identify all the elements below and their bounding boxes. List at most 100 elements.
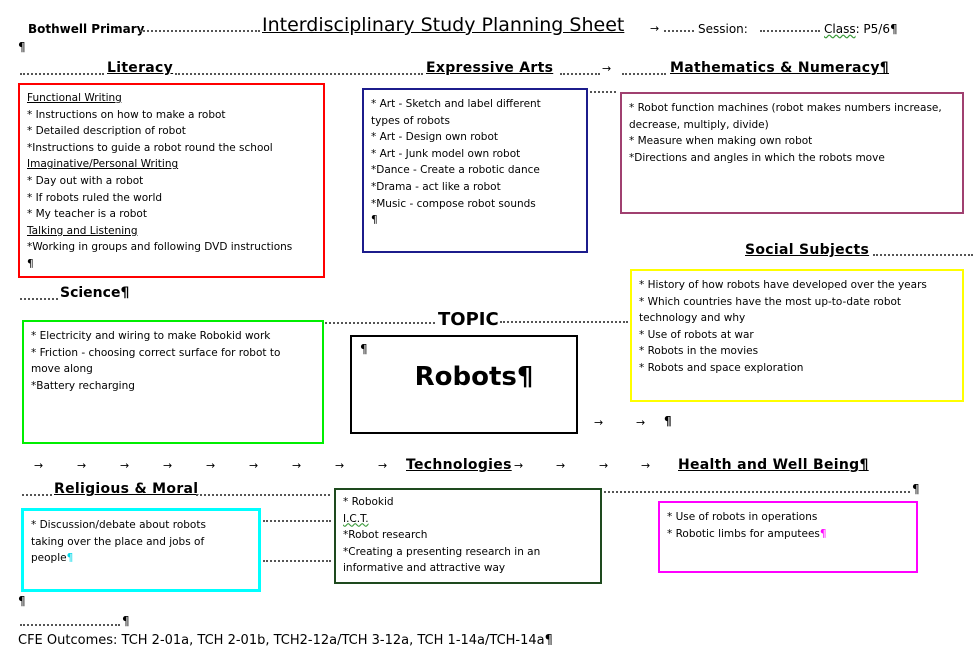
religious-moral-heading: Religious & Moral <box>54 481 199 497</box>
literacy-line: * Instructions on how to make a robot <box>27 108 226 121</box>
expressive-arts-line: * Art - Junk model own robot <box>371 147 521 160</box>
pilcrow: ¶ <box>819 527 827 540</box>
tab-arrow: → <box>556 459 566 472</box>
expressive-arts-line: *Dance - Create a robotic dance <box>371 164 540 177</box>
pilcrow: ¶ <box>18 40 26 54</box>
pilcrow: ¶ <box>544 633 553 648</box>
tab-arrow: → <box>514 459 524 472</box>
mathematics-box[interactable]: * Robot function machines (robot makes n… <box>620 92 964 214</box>
health-line: * Robotic limbs for amputees¶ <box>667 526 909 543</box>
leader-dots <box>590 91 616 93</box>
leader-dots <box>175 73 423 75</box>
expressive-arts-line: *Drama - act like a robot <box>371 180 501 193</box>
leader-dots <box>140 30 260 32</box>
technologies-box[interactable]: * Robokid I.C.T. *Robot research *Creati… <box>334 488 602 584</box>
mathematics-heading-text: Mathematics & Numeracy <box>670 60 880 76</box>
leader-dots <box>604 491 910 493</box>
expressive-arts-box[interactable]: * Art - Sketch and label different types… <box>362 88 588 253</box>
page-title: Interdisciplinary Study Planning Sheet <box>262 14 625 36</box>
pilcrow: ¶ <box>27 257 34 270</box>
mathematics-line: decrease, multiply, divide) <box>629 118 769 131</box>
science-heading-text: Science <box>60 285 121 301</box>
literacy-line: * Day out with a robot <box>27 174 144 187</box>
literacy-heading: Literacy <box>107 60 174 76</box>
tab-arrow: → <box>650 22 660 35</box>
expressive-arts-line: *Music - compose robot sounds <box>371 197 536 210</box>
leader-dots <box>22 494 52 496</box>
tab-arrow: → <box>206 459 216 472</box>
tab-arrow: → <box>120 459 130 472</box>
health-heading-text: Health and Well Being <box>678 457 860 473</box>
leader-dots <box>760 30 820 32</box>
leader-dots <box>560 73 600 75</box>
tab-arrow: → <box>34 459 44 472</box>
health-line-text: * Robotic limbs for amputees <box>667 527 820 540</box>
tab-arrow: → <box>335 459 345 472</box>
social-subjects-box[interactable]: * History of how robots have developed o… <box>630 269 964 402</box>
tab-arrow: → <box>602 62 612 75</box>
session-label: Session: <box>698 22 748 36</box>
leader-dots <box>20 298 58 300</box>
social-subjects-line: technology and why <box>639 312 746 325</box>
class-label: Class: P5/6¶ <box>824 22 898 36</box>
tab-arrow: → <box>594 416 604 429</box>
leader-dots <box>263 520 331 522</box>
religious-moral-line: people¶ <box>31 550 251 567</box>
pilcrow: ¶ <box>66 552 74 565</box>
technologies-line: I.C.T. <box>343 512 369 525</box>
expressive-arts-heading: Expressive Arts <box>426 60 554 76</box>
leader-dots <box>500 321 628 323</box>
class-label-text: Class <box>824 22 856 36</box>
school-name: Bothwell Primary <box>28 22 145 36</box>
religious-moral-box[interactable]: * Discussion/debate about robots taking … <box>21 508 261 592</box>
science-heading: Science¶ <box>60 285 129 301</box>
leader-dots <box>196 494 330 496</box>
tab-arrow: → <box>292 459 302 472</box>
leader-dots <box>873 254 973 256</box>
literacy-line: * Detailed description of robot <box>27 125 186 138</box>
pilcrow: ¶ <box>889 22 898 36</box>
leader-dots <box>20 624 120 626</box>
leader-dots <box>325 322 435 324</box>
mathematics-line: *Directions and angles in which the robo… <box>629 151 885 164</box>
health-box[interactable]: * Use of robots in operations * Robotic … <box>658 501 918 573</box>
science-line: move along <box>31 363 93 376</box>
social-subjects-line: * Robots in the movies <box>639 345 759 358</box>
cfe-outcomes-text: CFE Outcomes: TCH 2-01a, TCH 2-01b, TCH2… <box>18 633 545 648</box>
literacy-line: *Working in groups and following DVD ins… <box>27 241 293 254</box>
tab-arrow: → <box>378 459 388 472</box>
tab-arrow: → <box>163 459 173 472</box>
technologies-line: *Robot research <box>343 529 428 542</box>
leader-dots <box>622 73 666 75</box>
pilcrow: ¶ <box>912 482 920 496</box>
science-line: * Friction - choosing correct surface fo… <box>31 346 281 359</box>
leader-dots <box>263 560 331 562</box>
religious-moral-line: * Discussion/debate about robots <box>31 519 206 531</box>
health-heading: Health and Well Being¶ <box>678 457 869 473</box>
social-subjects-heading: Social Subjects <box>745 242 870 258</box>
cfe-outcomes: CFE Outcomes: TCH 2-01a, TCH 2-01b, TCH2… <box>18 633 553 648</box>
literacy-line: * If robots ruled the world <box>27 191 163 204</box>
topic-label: TOPIC <box>438 309 499 330</box>
topic-name-text: Robots <box>414 361 517 392</box>
literacy-line: Functional Writing <box>27 92 122 104</box>
tab-arrow: → <box>641 459 651 472</box>
literacy-box[interactable]: Functional Writing * Instructions on how… <box>18 83 325 278</box>
health-line: * Use of robots in operations <box>667 511 818 523</box>
pilcrow: ¶ <box>122 614 130 628</box>
expressive-arts-line: * Art - Sketch and label different <box>371 98 541 110</box>
tab-arrow: → <box>77 459 87 472</box>
mathematics-line: * Robot function machines (robot makes n… <box>629 102 942 114</box>
pilcrow: ¶ <box>371 214 378 227</box>
tab-arrow: → <box>599 459 609 472</box>
science-line: * Electricity and wiring to make Robokid… <box>31 330 271 342</box>
leader-dots <box>664 30 694 32</box>
pilcrow: ¶ <box>18 594 26 608</box>
science-box[interactable]: * Electricity and wiring to make Robokid… <box>22 320 324 444</box>
class-value: : P5/6 <box>855 22 890 36</box>
literacy-line: * My teacher is a robot <box>27 208 147 221</box>
technologies-line: *Creating a presenting research in an <box>343 545 541 558</box>
topic-box[interactable]: ¶ Robots¶ <box>350 335 578 434</box>
mathematics-heading: Mathematics & Numeracy¶ <box>670 60 889 76</box>
social-subjects-line: * Which countries have the most up-to-da… <box>639 295 902 308</box>
